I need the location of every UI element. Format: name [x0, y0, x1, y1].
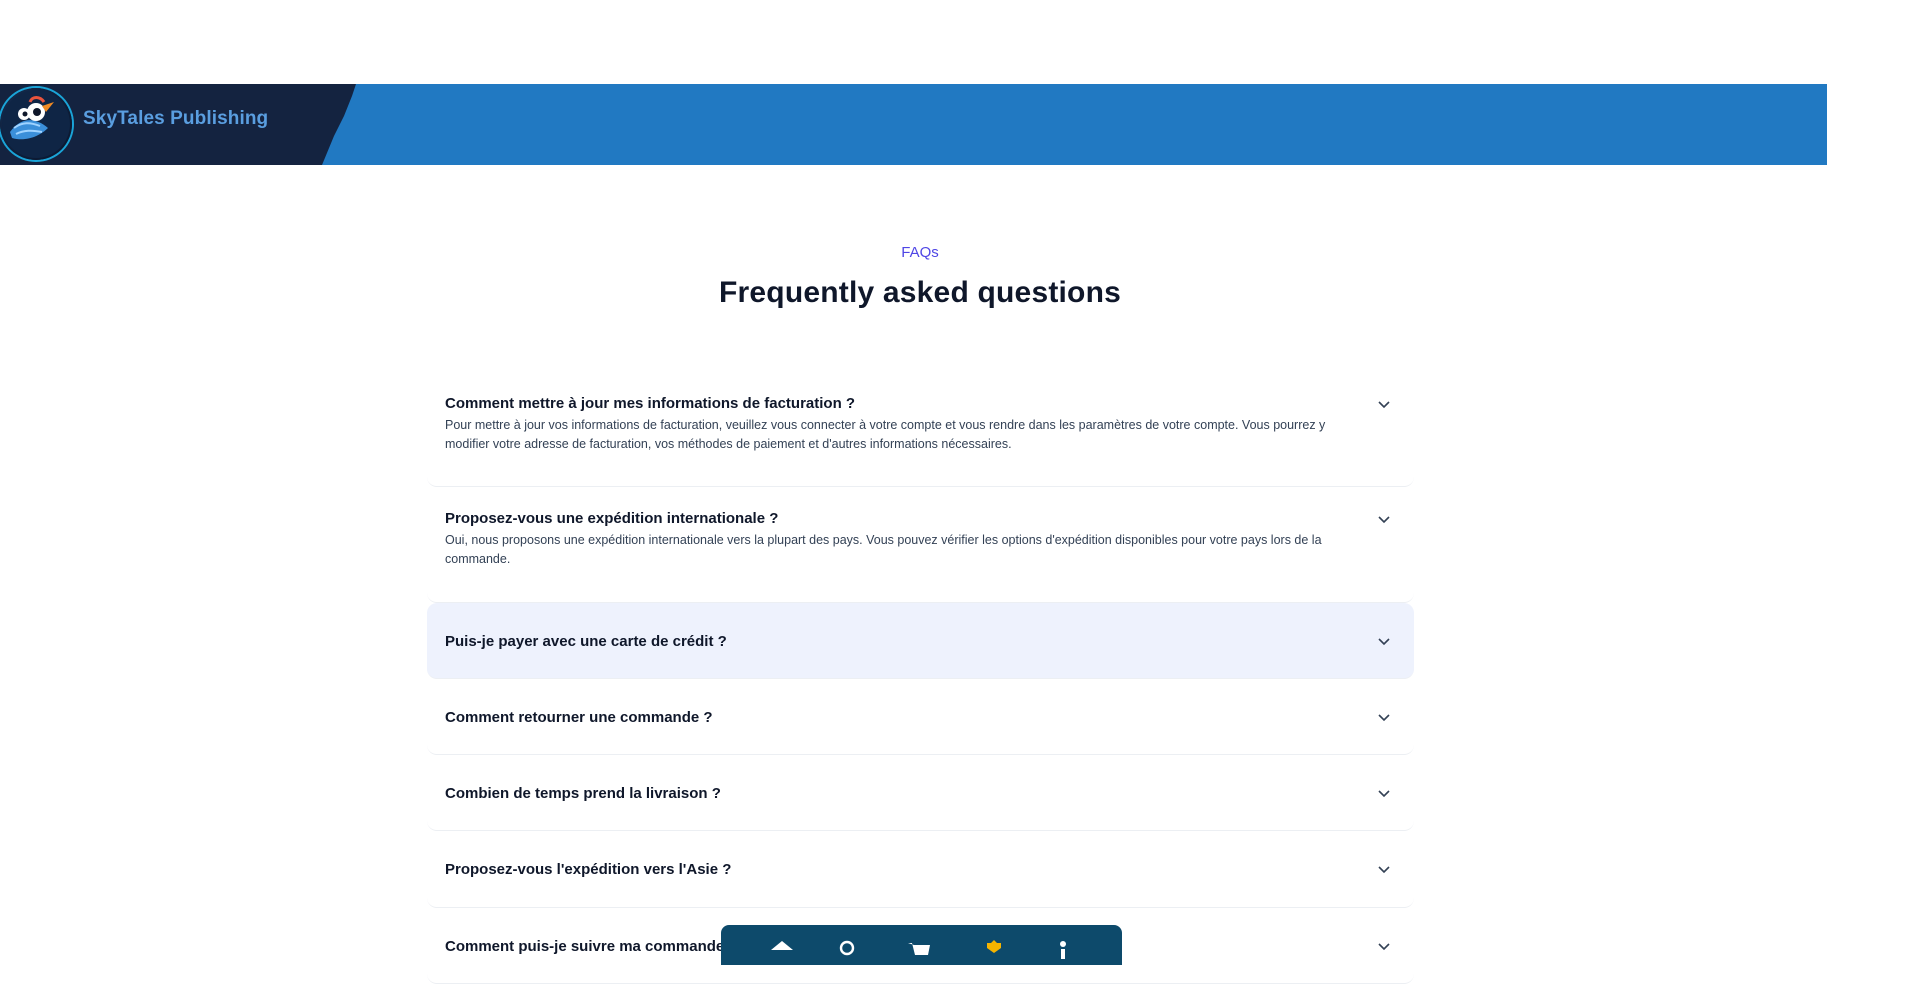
- chevron-down-icon[interactable]: [1376, 861, 1392, 877]
- brand-name[interactable]: SkyTales Publishing: [83, 108, 268, 130]
- chevron-down-icon[interactable]: [1376, 633, 1392, 649]
- page-title: Frequently asked questions: [719, 276, 1121, 309]
- faq-item[interactable]: Comment retourner une commande ?: [427, 679, 1414, 755]
- faq-question: Puis-je payer avec une carte de crédit ?: [445, 633, 727, 650]
- faq-item[interactable]: Proposez-vous l'expédition vers l'Asie ?: [427, 831, 1414, 908]
- badge-icon[interactable]: [984, 939, 1004, 959]
- logo[interactable]: [0, 88, 72, 160]
- info-icon[interactable]: [1055, 939, 1071, 959]
- faq-question: Proposez-vous l'expédition vers l'Asie ?: [445, 861, 732, 878]
- search-icon[interactable]: [836, 939, 858, 959]
- cart-icon[interactable]: [906, 939, 932, 959]
- faq-list: Comment mettre à jour mes informations d…: [427, 372, 1414, 984]
- faq-question: Comment retourner une commande ?: [445, 709, 713, 726]
- faq-answer: Pour mettre à jour vos informations de f…: [445, 418, 1326, 451]
- bird-logo-icon: [2, 90, 70, 158]
- faq-question: Proposez-vous une expédition internation…: [445, 510, 779, 527]
- faq-item[interactable]: Combien de temps prend la livraison ?: [427, 755, 1414, 831]
- faq-item[interactable]: Proposez-vous une expédition internation…: [427, 487, 1414, 603]
- faq-item[interactable]: Comment mettre à jour mes informations d…: [427, 372, 1414, 487]
- chevron-down-icon[interactable]: [1376, 709, 1392, 725]
- chevron-down-icon[interactable]: [1376, 511, 1392, 527]
- faq-kicker: FAQs: [901, 244, 939, 261]
- chevron-down-icon[interactable]: [1376, 785, 1392, 801]
- chevron-down-icon[interactable]: [1376, 938, 1392, 954]
- home-icon[interactable]: [769, 939, 795, 959]
- bottom-dock: [721, 925, 1122, 965]
- faq-question: Comment mettre à jour mes informations d…: [445, 395, 856, 412]
- faq-question: Combien de temps prend la livraison ?: [445, 785, 721, 802]
- faq-answer: Oui, nous proposons une expédition inter…: [445, 533, 1322, 566]
- faq-item[interactable]: Puis-je payer avec une carte de crédit ?: [427, 603, 1414, 679]
- header-bar: SkyTales Publishing: [0, 84, 1827, 165]
- chevron-down-icon[interactable]: [1376, 396, 1392, 412]
